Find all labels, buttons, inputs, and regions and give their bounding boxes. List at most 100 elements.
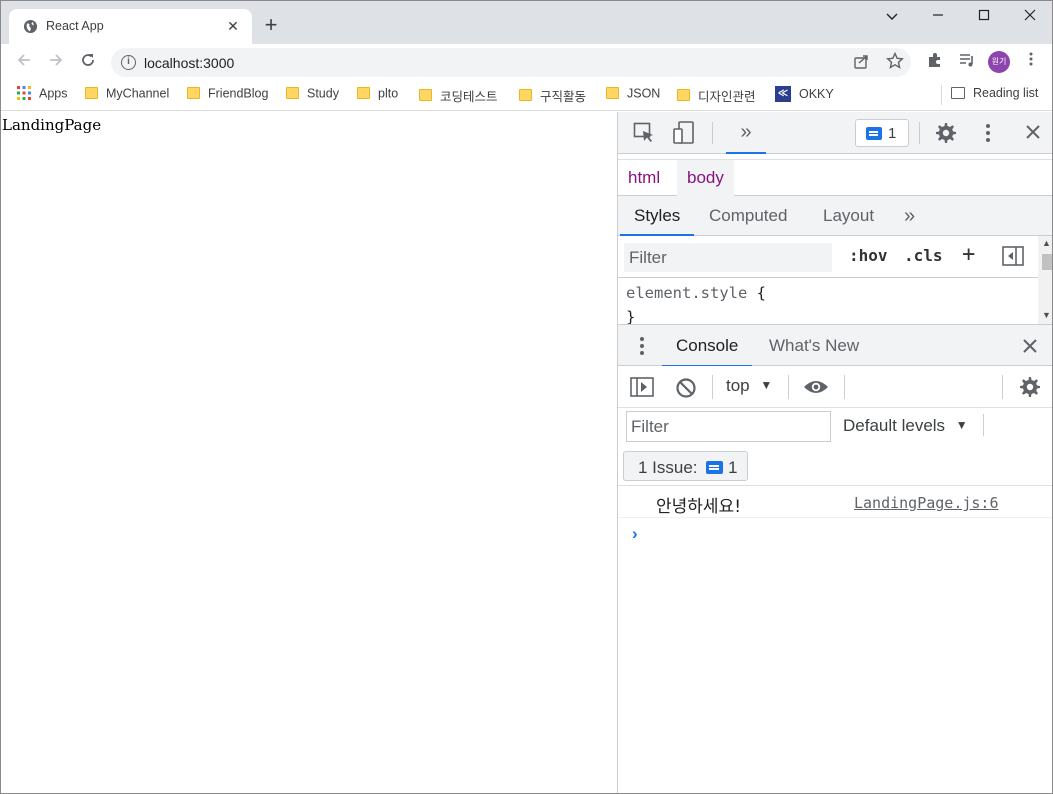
toolbar-divider xyxy=(1002,375,1003,399)
bookmark-folder[interactable]: MyChannel xyxy=(85,86,169,104)
reading-list-label: Reading list xyxy=(973,86,1039,100)
toolbar-divider xyxy=(844,375,845,399)
url-text[interactable]: localhost:3000 xyxy=(144,55,234,71)
tab-strip: React App ✕ + xyxy=(1,1,1052,44)
console-prompt-chevron-icon[interactable]: › xyxy=(632,524,638,544)
reload-icon[interactable] xyxy=(76,50,100,74)
bookmark-folder[interactable]: 구직활동 xyxy=(519,86,586,104)
bookmark-folder[interactable]: FriendBlog xyxy=(187,86,268,104)
reading-list-button[interactable]: Reading list xyxy=(951,86,1038,100)
log-levels-dropdown[interactable]: Default levels ▼ xyxy=(843,416,968,436)
issues-label: 1 Issue: xyxy=(638,458,698,477)
context-value: top xyxy=(726,376,750,395)
cls-toggle[interactable]: .cls xyxy=(904,246,943,265)
log-source-link[interactable]: LandingPage.js:6 xyxy=(854,494,999,512)
issues-pill-button[interactable]: 1 Issue: 1 xyxy=(623,451,748,481)
new-style-rule-icon[interactable]: + xyxy=(962,242,975,267)
bookmark-folder[interactable]: JSON xyxy=(606,86,660,104)
okky-logo-icon: ≪ xyxy=(775,86,791,102)
breadcrumb-body[interactable]: body xyxy=(677,160,734,196)
drawer-close-icon[interactable] xyxy=(1022,338,1038,354)
issues-counter-button[interactable]: 1 xyxy=(855,119,909,147)
kebab-menu-icon[interactable] xyxy=(1021,52,1041,72)
issue-bubble-icon xyxy=(706,461,723,474)
window-close-icon[interactable] xyxy=(1016,7,1044,25)
styles-scrollbar[interactable]: ▲ ▼ xyxy=(1038,236,1052,324)
toolbar-divider xyxy=(788,375,789,399)
tab-search-chevron-icon[interactable] xyxy=(878,7,906,25)
issues-count: 1 xyxy=(888,125,897,142)
devtools-close-icon[interactable] xyxy=(1024,124,1042,142)
bookmark-label: plto xyxy=(378,86,399,101)
scroll-up-arrow-icon[interactable]: ▲ xyxy=(1042,238,1051,248)
dropdown-caret-icon: ▼ xyxy=(955,418,968,432)
page-viewport: LandingPage xyxy=(1,112,617,793)
apps-grid-icon xyxy=(17,85,31,100)
toggle-sidebar-icon[interactable] xyxy=(1002,246,1024,266)
issue-bubble-icon xyxy=(866,127,882,140)
hov-toggle[interactable]: :hov xyxy=(849,246,888,265)
site-info-icon[interactable]: i xyxy=(121,55,136,70)
devtools-panel: » 1 html body Styles Computed Layout » F… xyxy=(617,112,1052,793)
console-filter-bar: Filter Default levels ▼ xyxy=(618,408,1052,446)
clear-console-icon[interactable] xyxy=(675,377,697,399)
bookmarks-divider xyxy=(941,85,942,105)
bookmark-folder[interactable]: plto xyxy=(357,86,398,104)
log-levels-value: Default levels xyxy=(843,416,946,435)
more-subtabs-chevron-icon[interactable]: » xyxy=(890,196,929,236)
tab-whats-new[interactable]: What's New xyxy=(755,325,873,367)
tab-title: React App xyxy=(46,19,104,33)
maximize-icon[interactable] xyxy=(970,7,998,25)
bookmark-label: Apps xyxy=(39,86,68,101)
devtools-menu-icon[interactable] xyxy=(982,123,994,143)
new-tab-icon[interactable]: + xyxy=(260,14,282,37)
styles-filter-bar: Filter :hov .cls + xyxy=(618,236,1038,278)
breadcrumb-html[interactable]: html xyxy=(618,160,670,196)
console-toolbar: top ▼ xyxy=(618,366,1052,408)
scroll-thumb[interactable] xyxy=(1042,254,1052,270)
tab-close-icon[interactable]: ✕ xyxy=(225,18,241,34)
address-bar[interactable]: i localhost:3000 xyxy=(111,48,911,77)
folder-icon xyxy=(286,86,299,99)
styles-subtabs: Styles Computed Layout » xyxy=(618,196,1052,236)
show-sidebar-icon[interactable] xyxy=(630,377,654,397)
minimize-icon[interactable] xyxy=(924,7,952,25)
back-arrow-icon[interactable] xyxy=(12,50,36,74)
bookmark-star-icon[interactable] xyxy=(886,52,904,70)
live-expression-eye-icon[interactable] xyxy=(803,379,829,395)
element-style-rule[interactable]: element.style { xyxy=(626,284,766,302)
profile-avatar[interactable]: 원기 xyxy=(988,51,1010,73)
bookmark-label: 코딩테스트 xyxy=(440,90,498,104)
share-icon[interactable] xyxy=(853,54,869,70)
console-filter-input[interactable]: Filter xyxy=(626,411,831,442)
bookmark-okky[interactable]: ≪ OKKY xyxy=(775,86,834,104)
tab-console[interactable]: Console xyxy=(662,325,753,367)
bookmark-folder[interactable]: Study xyxy=(286,86,339,104)
bookmark-folder[interactable]: 디자인관련 xyxy=(677,86,756,104)
folder-icon xyxy=(419,88,432,101)
browser-window: React App ✕ + i localhost:3000 원기 Apps M… xyxy=(0,0,1053,794)
bookmark-label: MyChannel xyxy=(106,86,170,101)
tab-computed[interactable]: Computed xyxy=(695,196,801,236)
styles-filter-input[interactable]: Filter xyxy=(624,243,832,272)
extensions-puzzle-icon[interactable] xyxy=(925,52,945,72)
inspect-element-icon[interactable] xyxy=(633,122,655,144)
more-tabs-chevron-icon[interactable]: » xyxy=(726,118,766,154)
media-queue-icon[interactable] xyxy=(957,52,977,72)
globe-icon xyxy=(23,19,38,34)
settings-gear-icon[interactable] xyxy=(934,122,958,146)
browser-tab[interactable]: React App ✕ xyxy=(9,9,252,44)
console-settings-gear-icon[interactable] xyxy=(1019,376,1041,398)
device-toolbar-icon[interactable] xyxy=(673,121,695,145)
bookmark-folder[interactable]: 코딩테스트 xyxy=(419,86,498,104)
tab-layout[interactable]: Layout xyxy=(809,196,888,236)
bookmark-apps[interactable]: Apps xyxy=(17,85,68,104)
tab-styles[interactable]: Styles xyxy=(620,196,695,236)
forward-arrow-icon[interactable] xyxy=(44,50,68,74)
bookmark-label: 구직활동 xyxy=(540,90,587,104)
drawer-menu-icon[interactable] xyxy=(639,336,645,356)
context-selector[interactable]: top ▼ xyxy=(726,376,772,396)
console-issues-bar: 1 Issue: 1 xyxy=(618,446,1052,486)
scroll-down-arrow-icon[interactable]: ▼ xyxy=(1042,310,1051,320)
folder-icon xyxy=(187,86,200,99)
